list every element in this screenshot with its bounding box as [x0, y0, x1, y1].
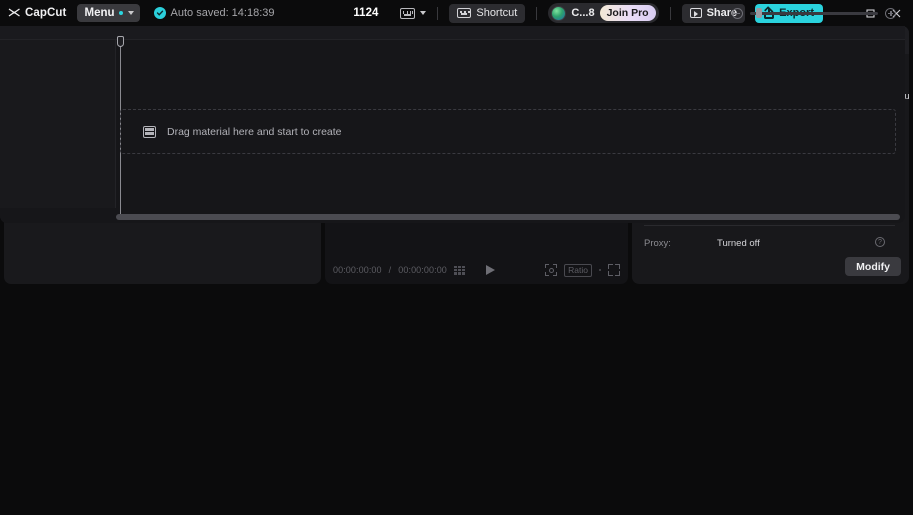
detail-value: Turned off — [717, 238, 760, 249]
project-name: 1124 — [353, 7, 379, 19]
menu-notification-dot — [118, 11, 123, 15]
ratio-button[interactable]: Ratio — [564, 263, 592, 277]
fullscreen-icon[interactable] — [608, 264, 620, 276]
player-controls: 00:00:00:00 / 00:00:00:00 Ratio — [325, 256, 628, 284]
play-button[interactable] — [485, 265, 495, 275]
divider — [536, 6, 538, 20]
timeline-panel: Drag material here and start to create — [0, 0, 905, 223]
keyboard-shortcut-icon — [457, 8, 472, 18]
current-time: 00:00:00:00 — [333, 265, 382, 275]
timeline-ruler[interactable] — [0, 26, 905, 40]
chevron-down-icon — [127, 11, 134, 15]
zoom-out-icon[interactable] — [732, 7, 743, 19]
capcut-logo-icon — [8, 7, 21, 20]
total-time: 00:00:00:00 — [398, 265, 447, 275]
zoom-slider[interactable] — [750, 8, 878, 18]
modify-button[interactable]: Modify — [845, 257, 901, 276]
avatar — [551, 5, 567, 21]
timeline-dropzone[interactable]: Drag material here and start to create — [120, 109, 896, 154]
account-name: C...8 — [571, 7, 595, 19]
question-mark-icon[interactable]: ? — [875, 237, 885, 247]
divider — [669, 6, 671, 20]
share-icon — [689, 8, 702, 18]
shortcut-label: Shortcut — [476, 7, 518, 19]
detail-row-proxy: Proxy: Turned off ? — [644, 237, 895, 250]
keyboard-layout-button[interactable] — [400, 7, 427, 19]
divider — [437, 6, 439, 20]
app-logo: CapCut — [0, 7, 67, 20]
autosave-text: Auto saved: 14:18:39 — [170, 7, 275, 19]
menu-label: Menu — [84, 7, 115, 19]
frame-grid-icon[interactable] — [453, 265, 465, 275]
capcut-window: CapCut Menu Auto saved: 14:18:39 1124 Sh… — [0, 0, 913, 515]
playhead-handle[interactable] — [117, 36, 124, 47]
zoom-slider-handle[interactable] — [756, 8, 762, 18]
menu-button[interactable]: Menu — [76, 4, 140, 22]
divider — [644, 225, 895, 226]
divider — [599, 269, 601, 271]
timeline-track-headers — [0, 40, 116, 208]
shortcut-button[interactable]: Shortcut — [449, 3, 526, 23]
time-separator: / — [388, 265, 392, 275]
player-right-controls: Ratio — [545, 263, 620, 277]
account-button[interactable]: C...8 Join Pro — [548, 3, 659, 23]
app-name: CapCut — [25, 7, 67, 19]
keyboard-icon — [400, 7, 416, 19]
detail-key: Proxy: — [644, 238, 671, 249]
timeline-scrollbar-track[interactable] — [116, 214, 900, 220]
media-stack-icon — [143, 125, 156, 138]
timeline-area: Drag material here and start to create — [0, 26, 905, 223]
zoom-in-icon[interactable] — [885, 7, 896, 19]
check-circle-icon — [153, 7, 166, 19]
join-pro-badge[interactable]: Join Pro — [599, 5, 656, 21]
timeline-empty-message: Drag material here and start to create — [167, 125, 342, 138]
timeline-scrollbar-thumb[interactable] — [116, 214, 900, 220]
chevron-down-icon — [420, 11, 427, 15]
zoom-preview-icon[interactable] — [545, 264, 558, 276]
autosave-status: Auto saved: 14:18:39 — [153, 7, 275, 19]
